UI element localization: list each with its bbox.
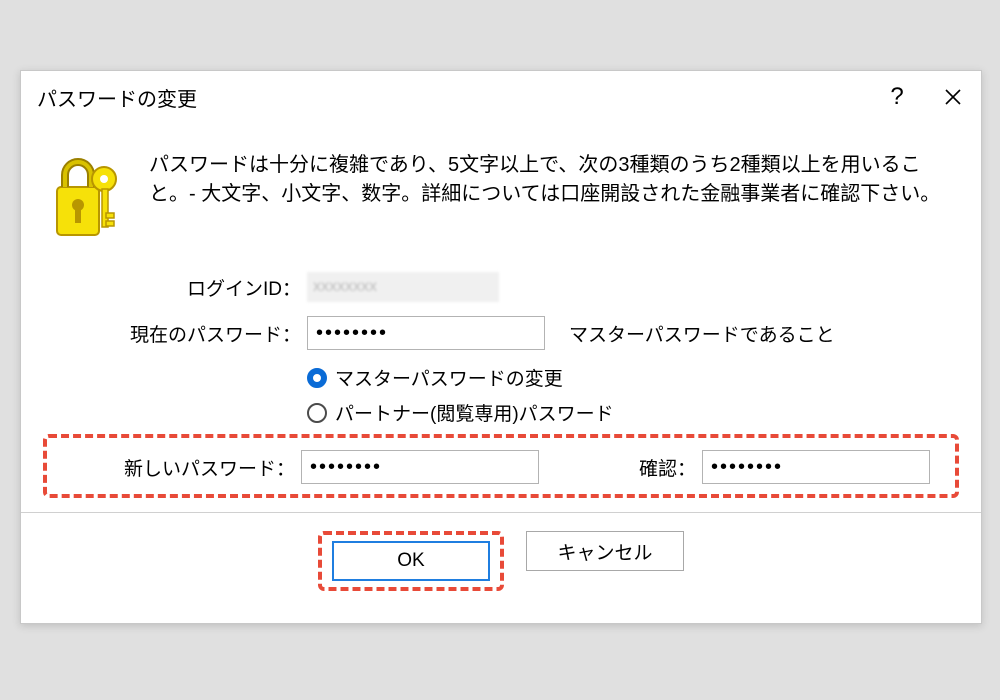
divider [21, 512, 981, 513]
padlock-keys-icon [49, 147, 129, 252]
ok-button-highlight: OK [318, 531, 504, 591]
button-row: OK キャンセル [49, 531, 953, 595]
current-password-input[interactable] [307, 316, 545, 350]
confirm-password-label: 確認： [639, 454, 696, 481]
radio-selected-icon [307, 368, 327, 388]
titlebar: パスワードの変更 ? [21, 71, 981, 123]
help-button[interactable]: ? [869, 71, 925, 123]
current-password-label: 現在のパスワード： [49, 320, 307, 347]
dialog-content: パスワードは十分に複雑であり、5文字以上で、次の3種類のうち2種類以上を用いるこ… [21, 123, 981, 623]
close-button[interactable] [925, 71, 981, 123]
cancel-button[interactable]: キャンセル [526, 531, 684, 571]
new-password-highlight: 新しいパスワード： 確認： [43, 434, 959, 498]
radio-master-password[interactable]: マスターパスワードの変更 [307, 364, 953, 391]
current-password-hint: マスターパスワードであること [569, 320, 835, 347]
password-instructions: パスワードは十分に複雑であり、5文字以上で、次の3種類のうち2種類以上を用いるこ… [149, 147, 953, 209]
login-id-label: ログインID： [49, 274, 307, 301]
radio-partner-password[interactable]: パートナー(閲覧専用)パスワード [307, 399, 953, 426]
password-change-dialog: パスワードの変更 ? パスワードは十 [20, 70, 982, 624]
confirm-password-input[interactable] [702, 450, 930, 484]
ok-button[interactable]: OK [332, 541, 490, 581]
radio-partner-label: パートナー(閲覧専用)パスワード [335, 399, 614, 426]
login-id-field [307, 272, 499, 302]
dialog-title: パスワードの変更 [37, 83, 869, 112]
new-password-label: 新しいパスワード： [57, 454, 301, 481]
radio-unselected-icon [307, 403, 327, 423]
radio-master-label: マスターパスワードの変更 [335, 364, 563, 391]
new-password-input[interactable] [301, 450, 539, 484]
